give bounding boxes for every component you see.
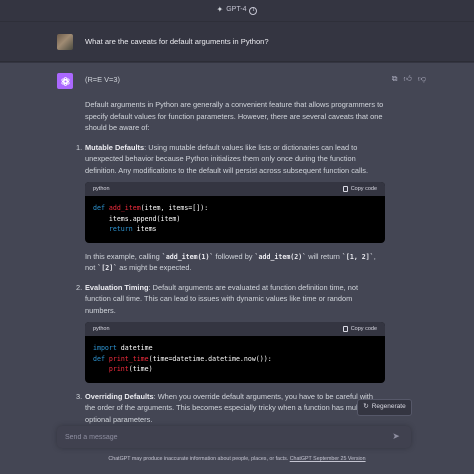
assistant-content: (R=E V=3) Default arguments in Python ar… <box>76 74 385 425</box>
item-title: Mutable Defaults <box>85 142 145 152</box>
item-title: Evaluation Timing <box>85 282 149 292</box>
user-message-text: What are the caveats for default argumen… <box>85 36 269 46</box>
code-header: python Copy code <box>85 322 385 337</box>
send-icon[interactable]: ➤ <box>389 430 403 444</box>
top-bar: ✦ GPT-4 i <box>0 0 474 22</box>
code-content: def add_item(item, items=[]): items.appe… <box>93 204 209 234</box>
openai-logo-icon <box>57 73 73 89</box>
clipboard-icon <box>342 326 348 333</box>
model-name[interactable]: GPT-4 <box>226 5 246 16</box>
code-explanation: In this example, calling `add_item(1)` f… <box>85 251 376 273</box>
thumbs-up-icon[interactable]: 👍︎ <box>404 73 412 85</box>
message-actions: ⧉ 👍︎ 👎︎ <box>392 73 426 85</box>
code-content: import datetime def print_time(time=date… <box>93 344 272 374</box>
user-avatar <box>57 33 73 50</box>
response-meta: (R=E V=3) <box>85 75 120 84</box>
code-language: python <box>93 186 110 193</box>
list-item: 1. Mutable Defaults: Using mutable defau… <box>76 142 385 274</box>
list-item: 3. Overriding Defaults: When you overrid… <box>76 391 373 424</box>
info-icon[interactable]: i <box>249 6 258 15</box>
code-block: python Copy code def add_item(item, item… <box>85 182 385 243</box>
version-link[interactable]: ChatGPT September 25 Version <box>290 456 366 462</box>
footer-disclaimer: ChatGPT may produce inaccurate informati… <box>108 456 366 462</box>
caveats-list: 1. Mutable Defaults: Using mutable defau… <box>76 142 385 425</box>
item-title: Overriding Defaults <box>85 391 154 401</box>
copy-code-button[interactable]: Copy code <box>342 325 377 334</box>
copy-code-button[interactable]: Copy code <box>342 185 377 194</box>
copy-icon[interactable]: ⧉ <box>392 73 398 85</box>
thumbs-down-icon[interactable]: 👎︎ <box>418 73 426 85</box>
regenerate-button[interactable]: ↻ Regenerate <box>357 399 412 416</box>
user-message-row: What are the caveats for default argumen… <box>0 22 474 62</box>
clipboard-icon <box>342 186 348 193</box>
message-composer: ➤ <box>57 426 411 448</box>
intro-paragraph: Default arguments in Python are generall… <box>85 100 384 133</box>
refresh-icon: ↻ <box>363 403 369 411</box>
message-input[interactable] <box>65 433 389 441</box>
list-item: 2. Evaluation Timing: Default arguments … <box>76 282 385 383</box>
code-block: python Copy code import datetime def pri… <box>85 322 385 383</box>
code-language: python <box>93 326 110 332</box>
sparkle-icon: ✦ <box>216 5 224 15</box>
code-header: python Copy code <box>85 182 385 197</box>
